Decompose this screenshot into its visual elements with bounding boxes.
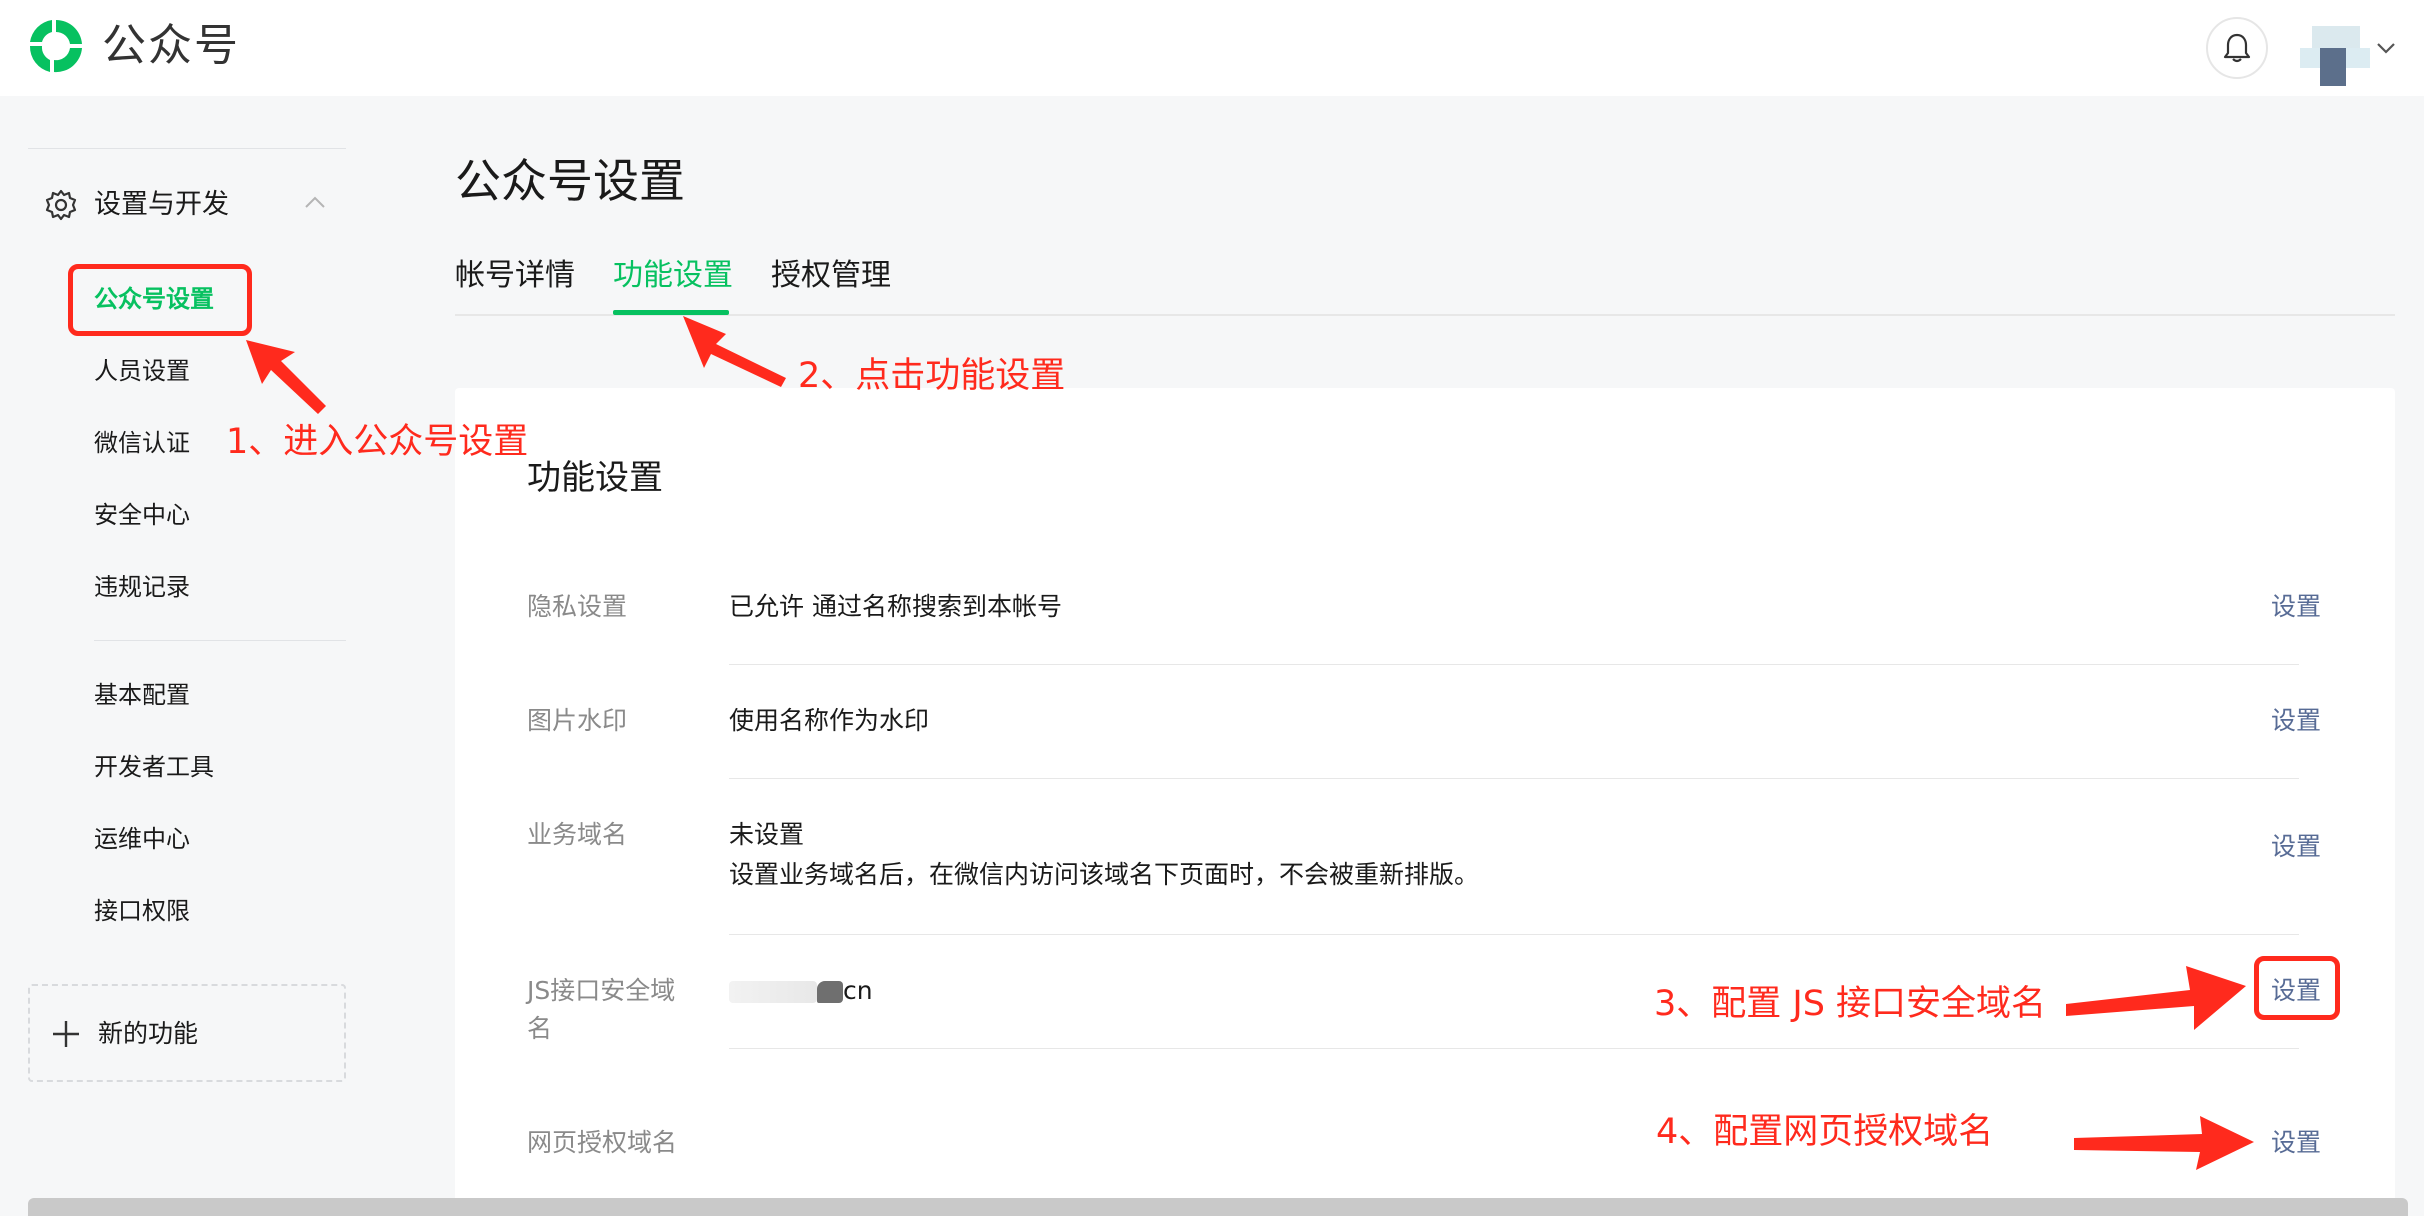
tab-bar: 帐号详情 功能设置 授权管理 xyxy=(455,250,2395,316)
sidebar-divider xyxy=(28,148,346,149)
sidebar-item-basic-config[interactable]: 基本配置 xyxy=(94,678,190,712)
annotation-step-3: 3、配置 JS 接口安全域名 xyxy=(1654,984,2047,1024)
domain-suffix: cn xyxy=(843,976,873,1005)
row-value-business-domain: 未设置 xyxy=(729,820,805,849)
row-label-watermark: 图片水印 xyxy=(527,706,628,735)
tab-authorization-management[interactable]: 授权管理 xyxy=(771,254,891,298)
row-desc-business-domain: 设置业务域名后，在微信内访问该域名下页面时，不会被重新排版。 xyxy=(729,860,1480,889)
tab-account-details[interactable]: 帐号详情 xyxy=(455,254,575,298)
row-divider xyxy=(729,1048,2299,1049)
sidebar-item-violation-records[interactable]: 违规记录 xyxy=(94,570,190,604)
top-bar: 公众号 xyxy=(0,0,2424,96)
new-features-button[interactable]: 新的功能 xyxy=(28,984,346,1082)
redacted-text xyxy=(729,981,817,1003)
sidebar-item-developer-tools[interactable]: 开发者工具 xyxy=(94,750,214,784)
chevron-up-icon[interactable] xyxy=(300,188,330,218)
wechat-official-account-logo-icon[interactable] xyxy=(24,14,88,78)
privacy-settings-link[interactable]: 设置 xyxy=(2271,588,2321,626)
new-features-label: 新的功能 xyxy=(98,1019,199,1048)
chevron-down-icon[interactable] xyxy=(2372,34,2400,62)
row-value-privacy: 已允许 通过名称搜索到本帐号 xyxy=(729,592,1062,621)
annotation-arrow-1 xyxy=(246,340,326,414)
sidebar-item-ops-center[interactable]: 运维中心 xyxy=(94,822,190,856)
sidebar-item-api-permissions[interactable]: 接口权限 xyxy=(94,894,190,928)
row-label-business-domain: 业务域名 xyxy=(527,820,628,849)
notification-button[interactable] xyxy=(2206,17,2268,79)
gear-icon xyxy=(45,189,77,221)
annotation-highlight-box xyxy=(2254,956,2340,1020)
brand-name[interactable]: 公众号 xyxy=(102,18,240,74)
plus-icon xyxy=(53,1021,79,1047)
feature-settings-card: 功能设置 隐私设置 已允许 通过名称搜索到本帐号 设置 图片水印 使用名称作为水… xyxy=(455,388,2395,1216)
sidebar-item-security-center[interactable]: 安全中心 xyxy=(94,498,190,532)
row-divider xyxy=(729,778,2299,779)
active-tab-indicator xyxy=(613,310,729,315)
page-title: 公众号设置 xyxy=(455,154,685,208)
row-label-oauth-domain: 网页授权域名 xyxy=(527,1128,678,1157)
row-divider xyxy=(729,934,2299,935)
bell-icon xyxy=(2223,33,2251,63)
bottom-window-bar xyxy=(28,1198,2408,1216)
redacted-text xyxy=(817,981,843,1003)
row-label-privacy: 隐私设置 xyxy=(527,592,628,621)
row-value-js-safe-domain: cn xyxy=(729,972,873,1010)
annotation-step-1: 1、进入公众号设置 xyxy=(226,422,529,462)
sidebar-group-settings-dev[interactable]: 设置与开发 xyxy=(28,178,346,234)
annotation-step-2: 2、点击功能设置 xyxy=(798,356,1066,396)
row-label-js-safe-domain: JS接口安全域名 xyxy=(527,976,676,1043)
sidebar-group-label: 设置与开发 xyxy=(94,189,229,220)
oauth-domain-settings-link[interactable]: 设置 xyxy=(2271,1124,2321,1162)
row-value-watermark: 使用名称作为水印 xyxy=(729,706,930,735)
annotation-step-4: 4、配置网页授权域名 xyxy=(1656,1112,1994,1152)
row-divider xyxy=(729,664,2299,665)
sidebar-item-staff-settings[interactable]: 人员设置 xyxy=(94,354,190,388)
sidebar-divider xyxy=(94,640,346,641)
business-domain-settings-link[interactable]: 设置 xyxy=(2271,828,2321,866)
watermark-settings-link[interactable]: 设置 xyxy=(2271,702,2321,740)
card-title: 功能设置 xyxy=(527,458,663,498)
tab-feature-settings[interactable]: 功能设置 xyxy=(613,254,733,298)
avatar[interactable] xyxy=(2300,26,2370,88)
annotation-arrow-2 xyxy=(683,316,786,387)
annotation-highlight-box xyxy=(68,264,252,336)
sidebar-item-wechat-verification[interactable]: 微信认证 xyxy=(94,426,190,460)
